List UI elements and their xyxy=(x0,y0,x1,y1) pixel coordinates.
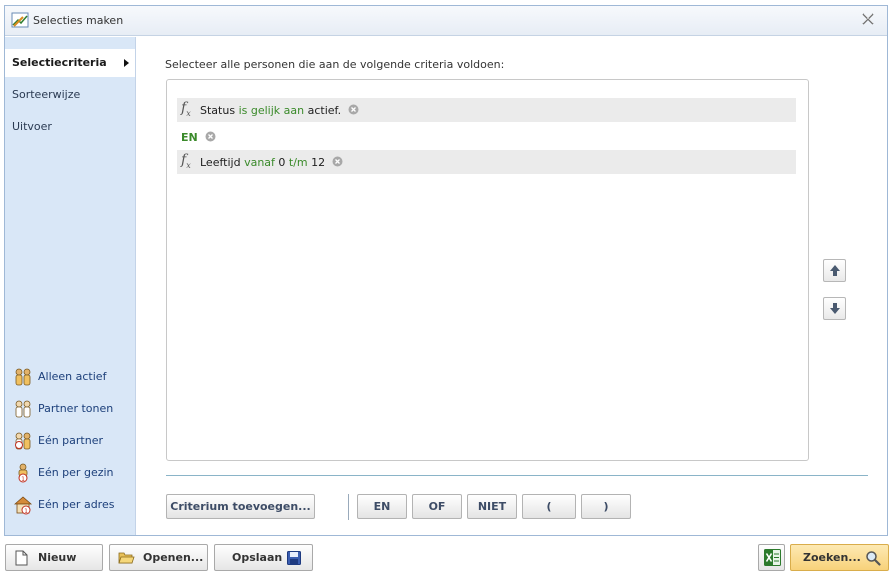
dialog-window: Selecties maken Selectiecriteria Sorteer… xyxy=(4,5,888,536)
not-button[interactable]: NIET xyxy=(467,494,517,519)
sidebar-item-label: Sorteerwijze xyxy=(12,88,81,101)
people-active-icon xyxy=(15,368,31,386)
arrow-down-icon xyxy=(830,303,840,314)
svg-text:1: 1 xyxy=(21,476,25,483)
new-document-icon xyxy=(15,550,28,566)
new-button[interactable]: Nieuw xyxy=(5,544,103,571)
option-label: Eén per adres xyxy=(38,498,115,511)
sidebar-item-uitvoer[interactable]: Uitvoer xyxy=(5,113,135,141)
criteria-list: fx Status is gelijk aan actief. EN fx Le… xyxy=(166,79,809,461)
title-bar: Selecties maken xyxy=(5,6,887,36)
criterium-row[interactable]: fx Status is gelijk aan actief. xyxy=(177,98,796,122)
people-one-partner-icon xyxy=(15,432,31,450)
option-label: Partner tonen xyxy=(38,402,114,415)
function-icon: fx xyxy=(181,152,191,170)
folder-icon xyxy=(118,552,135,564)
floppy-disk-icon xyxy=(287,551,301,565)
address-icon: 1 xyxy=(13,496,33,515)
save-button[interactable]: Opslaan xyxy=(214,544,313,571)
connector-text: EN xyxy=(181,131,216,144)
close-paren-button[interactable]: ) xyxy=(581,494,631,519)
open-paren-button[interactable]: ( xyxy=(522,494,576,519)
sidebar: Selectiecriteria Sorteerwijze Uitvoer Al… xyxy=(5,37,136,535)
window-title: Selecties maken xyxy=(33,14,124,27)
main-content: Selecteer alle personen die aan de volge… xyxy=(137,37,887,535)
delete-icon[interactable] xyxy=(332,156,343,167)
sidebar-item-label: Uitvoer xyxy=(12,120,52,133)
function-icon: fx xyxy=(181,100,191,118)
chart-pencil-icon xyxy=(11,12,29,28)
close-icon[interactable] xyxy=(861,12,875,26)
bottom-toolbar: Nieuw Openen... Opslaan Zoeken... xyxy=(0,537,892,580)
criterium-text: Status is gelijk aan actief. xyxy=(200,104,359,117)
magnifier-icon xyxy=(866,551,881,566)
divider xyxy=(166,475,868,476)
button-label: Zoeken... xyxy=(803,551,861,564)
delete-icon[interactable] xyxy=(348,104,359,115)
export-excel-button[interactable] xyxy=(758,544,785,571)
svg-text:1: 1 xyxy=(24,508,28,515)
option-label: Alleen actief xyxy=(38,370,107,383)
criterium-row[interactable]: fx Leeftijd vanaf 0 t/m 12 xyxy=(177,150,796,174)
search-button[interactable]: Zoeken... xyxy=(790,544,889,571)
criterium-text: Leeftijd vanaf 0 t/m 12 xyxy=(200,156,343,169)
sidebar-item-label: Selectiecriteria xyxy=(12,56,107,69)
delete-icon[interactable] xyxy=(205,131,216,142)
open-button[interactable]: Openen... xyxy=(109,544,208,571)
button-label: Openen... xyxy=(143,551,204,564)
or-button[interactable]: OF xyxy=(412,494,462,519)
arrow-up-icon xyxy=(830,265,840,276)
people-partner-icon xyxy=(15,400,31,418)
move-down-button[interactable] xyxy=(823,297,846,320)
button-label: Opslaan xyxy=(232,551,283,564)
add-criterium-button[interactable]: Criterium toevoegen... xyxy=(166,494,315,519)
move-up-button[interactable] xyxy=(823,259,846,282)
option-label: Eén partner xyxy=(38,434,104,447)
option-label: Eén per gezin xyxy=(38,466,114,479)
connector-row[interactable]: EN xyxy=(177,126,796,150)
arrow-right-icon xyxy=(124,59,129,67)
instruction-text: Selecteer alle personen die aan de volge… xyxy=(165,58,505,71)
sidebar-item-sorteerwijze[interactable]: Sorteerwijze xyxy=(5,81,135,109)
excel-icon xyxy=(764,549,781,566)
and-button[interactable]: EN xyxy=(357,494,407,519)
sidebar-item-selectiecriteria[interactable]: Selectiecriteria xyxy=(5,49,135,77)
family-icon: 1 xyxy=(18,463,28,483)
button-label: Nieuw xyxy=(38,551,77,564)
divider xyxy=(348,494,349,520)
